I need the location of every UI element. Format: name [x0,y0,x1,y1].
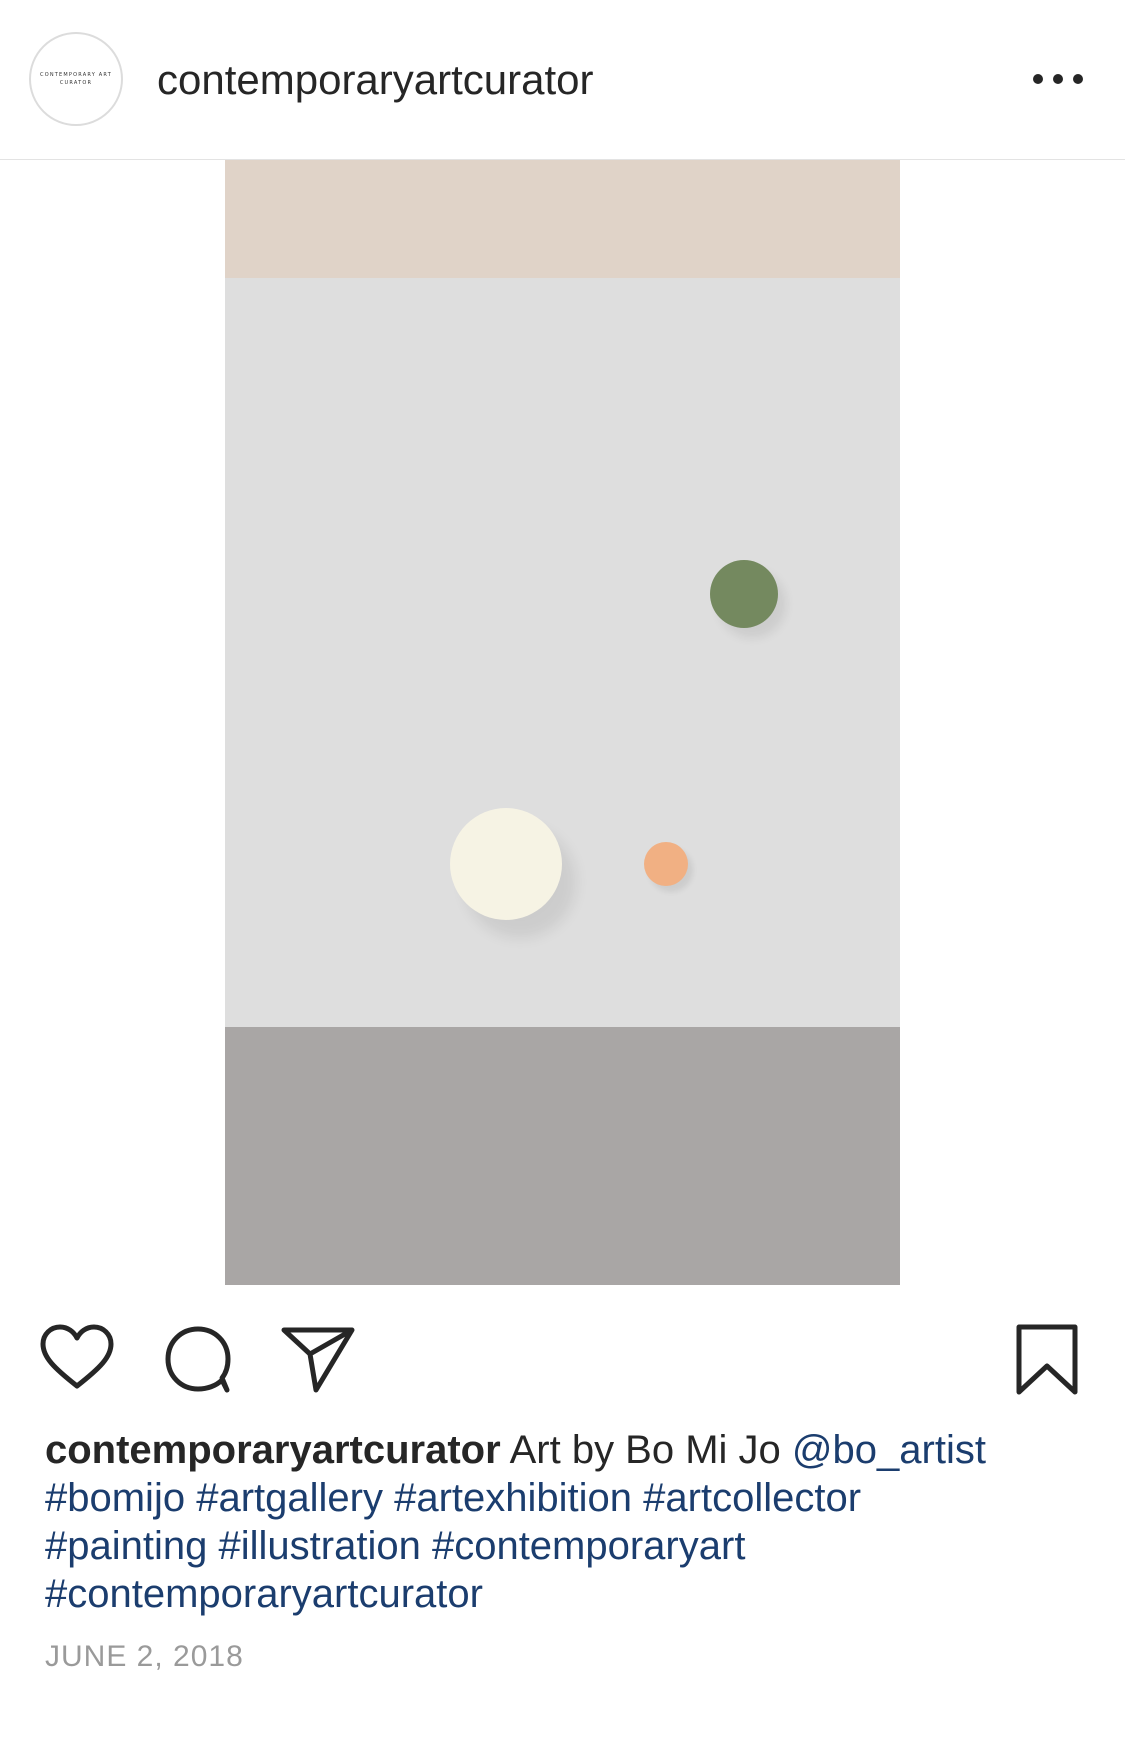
hashtag[interactable]: #illustration [219,1524,421,1568]
action-bar [0,1310,1125,1400]
post-caption: contemporaryartcurator Art by Bo Mi Jo @… [45,1426,1085,1618]
avatar-text-line2: CURATOR [59,80,93,86]
artwork-cream-ball [450,808,562,920]
post-date: JUNE 2, 2018 [45,1640,244,1673]
artwork-green-ball [710,560,778,628]
artwork-middle-band [225,278,900,1027]
artwork-orange-ball [644,842,688,886]
heart-icon[interactable] [40,1324,114,1395]
send-icon[interactable] [280,1324,356,1401]
post-header: CONTEMPORARY ART CURATOR contemporaryart… [0,0,1125,160]
comment-icon[interactable] [162,1324,234,1401]
bookmark-icon[interactable] [1014,1322,1080,1403]
header-username[interactable]: contemporaryartcurator [157,52,594,108]
avatar[interactable]: CONTEMPORARY ART CURATOR [29,32,123,126]
artwork-bottom-band [225,1027,900,1285]
hashtag[interactable]: #contemporaryart [432,1524,745,1568]
caption-username[interactable]: contemporaryartcurator [45,1428,501,1472]
hashtag[interactable]: #artgallery [196,1476,383,1520]
more-horizontal-icon[interactable] [1030,64,1086,94]
artwork-top-band [225,160,900,278]
post-image[interactable] [225,160,900,1285]
avatar-text-line1: CONTEMPORARY ART [40,72,112,78]
caption-text: Art by Bo Mi Jo [509,1428,781,1472]
hashtag[interactable]: #artcollector [643,1476,861,1520]
hashtag[interactable]: #contemporaryartcurator [45,1572,483,1616]
caption-mention[interactable]: @bo_artist [792,1428,986,1472]
hashtag[interactable]: #painting [45,1524,207,1568]
hashtag[interactable]: #artexhibition [394,1476,632,1520]
hashtag[interactable]: #bomijo [45,1476,185,1520]
